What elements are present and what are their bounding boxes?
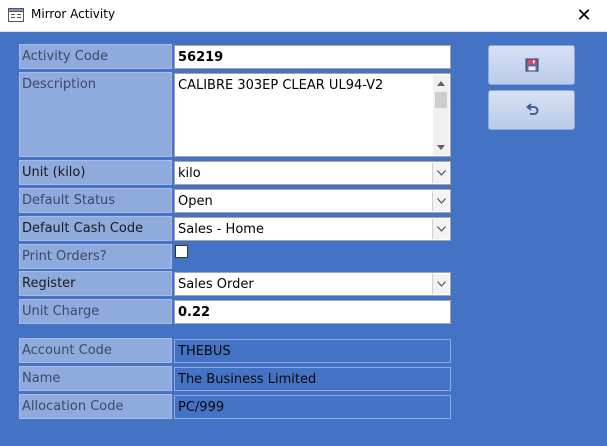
account-code-label: Account Code: [19, 338, 172, 363]
register-select[interactable]: Sales Order: [174, 272, 451, 296]
unit-value: kilo: [178, 166, 201, 181]
print-orders-label: Print Orders?: [19, 244, 172, 269]
account-code-field: THEBUS: [174, 339, 451, 363]
description-scrollbar[interactable]: [433, 75, 449, 155]
form-icon: [8, 8, 24, 22]
description-field[interactable]: CALIBRE 303EP CLEAR UL94-V2: [174, 73, 451, 157]
save-icon: [525, 58, 538, 72]
default-status-select[interactable]: Open: [174, 189, 451, 213]
default-status-label: Default Status: [19, 188, 172, 213]
activity-code-field[interactable]: 56219: [174, 45, 451, 69]
name-label: Name: [19, 366, 172, 391]
print-orders-checkbox[interactable]: [175, 245, 188, 258]
close-icon: ✕: [576, 5, 592, 26]
scroll-thumb[interactable]: [435, 92, 447, 108]
chevron-down-icon[interactable]: [432, 163, 449, 183]
allocation-code-field: PC/999: [174, 395, 451, 419]
unit-select[interactable]: kilo: [174, 161, 451, 185]
chevron-down-icon[interactable]: [432, 219, 449, 239]
description-label: Description: [19, 72, 172, 157]
mirror-activity-window: Mirror Activity ✕ Activity Code 56219 De…: [0, 0, 607, 446]
chevron-down-icon[interactable]: [432, 274, 449, 294]
chevron-down-icon[interactable]: [432, 191, 449, 211]
unit-label: Unit (kilo): [19, 160, 172, 185]
save-button[interactable]: [488, 45, 575, 85]
default-status-value: Open: [178, 194, 213, 209]
close-button[interactable]: ✕: [561, 0, 607, 31]
activity-code-label: Activity Code: [19, 44, 172, 69]
unit-charge-label: Unit Charge: [19, 299, 172, 324]
description-text: CALIBRE 303EP CLEAR UL94-V2: [178, 78, 384, 93]
name-field: The Business Limited: [174, 367, 451, 391]
default-cash-code-select[interactable]: Sales - Home: [174, 217, 451, 241]
scroll-down-icon[interactable]: [433, 139, 449, 155]
default-cash-code-value: Sales - Home: [178, 222, 264, 237]
default-cash-code-label: Default Cash Code: [19, 216, 172, 241]
undo-icon: [525, 103, 538, 115]
unit-charge-field[interactable]: 0.22: [174, 300, 451, 324]
window-title: Mirror Activity: [31, 7, 116, 21]
register-value: Sales Order: [178, 277, 254, 292]
register-label: Register: [19, 271, 172, 296]
undo-button[interactable]: [488, 90, 575, 130]
scroll-up-icon[interactable]: [433, 75, 449, 91]
allocation-code-label: Allocation Code: [19, 394, 172, 419]
title-bar: Mirror Activity ✕: [0, 0, 607, 32]
